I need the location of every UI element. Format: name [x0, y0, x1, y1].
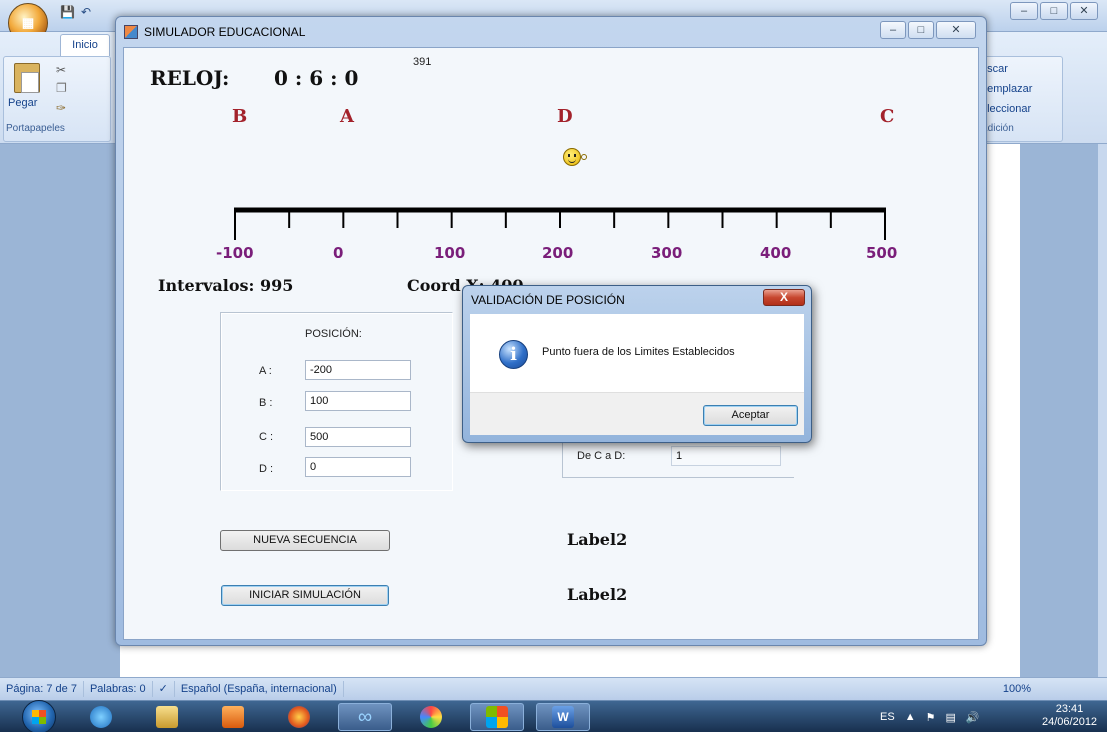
position-panel: POSICIÓN: A : B : C : D : [220, 312, 453, 491]
close-button[interactable]: ✕ [1070, 2, 1098, 20]
position-a-label: A : [259, 365, 272, 377]
word-taskbar-icon[interactable]: W [536, 703, 590, 731]
app-icon [124, 25, 138, 39]
word-statusbar: Página: 7 de 7 Palabras: 0 ✓ Español (Es… [0, 677, 1107, 700]
tick-label: 400 [760, 244, 792, 262]
point-c-label: C [880, 106, 895, 127]
editing-group: uscar eemplazar eleccionar Edición [975, 56, 1063, 142]
network-icon[interactable]: ▤ [945, 711, 955, 724]
taskbar-clock[interactable]: 23:41 24/06/2012 [1042, 703, 1097, 729]
position-c-input[interactable] [305, 427, 411, 447]
system-tray: ES ▲ ⚑ ▤ 🔊 [880, 701, 980, 732]
internet-explorer-icon[interactable] [74, 703, 128, 731]
taskbar: ∞ W ES ▲ ⚑ ▤ 🔊 23:41 24/06/2012 [0, 700, 1107, 732]
tick-label: 100 [434, 244, 466, 262]
infinity-app-icon[interactable]: ∞ [338, 703, 392, 731]
smiley-icon [563, 148, 581, 166]
validation-dialog: VALIDACIÓN DE POSICIÓN X i Punto fuera d… [462, 285, 812, 443]
firefox-icon[interactable] [272, 703, 326, 731]
clock-time: 23:41 [1055, 703, 1084, 715]
show-hidden-icons-icon[interactable]: ▲ [905, 711, 916, 723]
clock-date: 24/06/2012 [1042, 716, 1098, 728]
language-indicator[interactable]: ES [880, 711, 895, 723]
position-d-input[interactable] [305, 457, 411, 477]
position-b-input[interactable] [305, 391, 411, 411]
close-button[interactable]: ✕ [936, 21, 976, 39]
position-title: POSICIÓN: [305, 328, 362, 340]
new-sequence-button[interactable]: NUEVA SECUENCIA [220, 530, 390, 551]
number-line [234, 207, 886, 240]
dialog-footer: Aceptar [470, 392, 804, 435]
dialog-message: Punto fuera de los Limites Establecidos [542, 346, 735, 358]
flag-icon[interactable]: ⚑ [926, 711, 936, 724]
window-title: SIMULADOR EDUCACIONAL [144, 25, 306, 39]
start-button[interactable] [22, 700, 56, 732]
volume-icon[interactable]: 🔊 [966, 711, 980, 724]
tick-label: -100 [216, 244, 254, 262]
point-b-label: B [232, 106, 248, 127]
save-icon[interactable]: 💾 [60, 5, 75, 19]
word-count[interactable]: Palabras: 0 [84, 681, 153, 697]
tab-inicio[interactable]: Inicio [60, 34, 110, 56]
proofing-icon[interactable]: ✓ [153, 681, 175, 697]
undo-icon[interactable]: ↶ [81, 5, 91, 19]
simulator-window-controls: – □ ✕ [880, 21, 976, 39]
language-indicator[interactable]: Español (España, internacional) [175, 681, 344, 697]
maximize-button[interactable]: □ [1040, 2, 1068, 20]
zoom-level[interactable]: 100% [997, 681, 1037, 697]
vertical-scrollbar[interactable] [1098, 144, 1107, 677]
position-a-input[interactable] [305, 360, 411, 380]
file-explorer-icon[interactable] [140, 703, 194, 731]
point-d-label: D [557, 106, 573, 127]
distance-input[interactable] [671, 446, 781, 466]
paste-icon[interactable] [14, 63, 40, 93]
cut-icon[interactable]: ✂ [56, 63, 66, 77]
dialog-title: VALIDACIÓN DE POSICIÓN [471, 293, 625, 307]
clock-label: RELOJ: [150, 66, 230, 90]
tick-label: 0 [333, 244, 344, 262]
position-b-label: B : [259, 397, 273, 409]
position-c-label: C : [259, 431, 274, 443]
intervals-label: Intervalos: 995 [158, 276, 294, 295]
label-2-bottom: Label2 [567, 585, 628, 604]
maximize-button[interactable]: □ [908, 21, 934, 39]
dialog-body: i Punto fuera de los Limites Establecido… [470, 314, 804, 392]
position-d-label: D : [259, 463, 274, 475]
label-2-top: Label2 [567, 530, 628, 549]
page-count[interactable]: Página: 7 de 7 [0, 681, 84, 697]
start-simulation-button[interactable]: INICIAR SIMULACIÓN [221, 585, 389, 606]
clock-value: 0 : 6 : 0 [274, 66, 359, 90]
distance-label: De C a D: [577, 450, 626, 462]
tick-label: 300 [651, 244, 683, 262]
tick-label: 200 [542, 244, 574, 262]
simulator-taskbar-icon[interactable] [470, 703, 524, 731]
distance-panel: De C a D: [562, 438, 794, 478]
minimize-button[interactable]: – [1010, 2, 1038, 20]
clipboard-group: Pegar ✂ ❐ ✑ Portapapeles [3, 56, 111, 142]
paste-button[interactable]: Pegar [8, 97, 37, 109]
dialog-close-button[interactable]: X [763, 289, 805, 306]
replace-button[interactable]: eemplazar [981, 83, 1032, 95]
simulator-titlebar[interactable]: SIMULADOR EDUCACIONAL – □ ✕ [116, 17, 986, 47]
format-painter-icon[interactable]: ✑ [56, 101, 66, 115]
accept-button[interactable]: Aceptar [703, 405, 798, 426]
tick-label: 500 [866, 244, 898, 262]
clipboard-group-label: Portapapeles [6, 123, 65, 134]
paint-icon[interactable] [404, 703, 458, 731]
select-button[interactable]: eleccionar [981, 103, 1031, 115]
info-icon: i [499, 340, 528, 369]
moving-object-marker [581, 154, 587, 160]
word-window-controls: – □ ✕ [1010, 2, 1098, 20]
copy-icon[interactable]: ❐ [56, 81, 67, 95]
minimize-button[interactable]: – [880, 21, 906, 39]
counter-value: 391 [413, 56, 432, 68]
media-player-icon[interactable] [206, 703, 260, 731]
quick-access-toolbar: 💾 ↶ [60, 5, 91, 19]
point-a-label: A [340, 106, 354, 127]
